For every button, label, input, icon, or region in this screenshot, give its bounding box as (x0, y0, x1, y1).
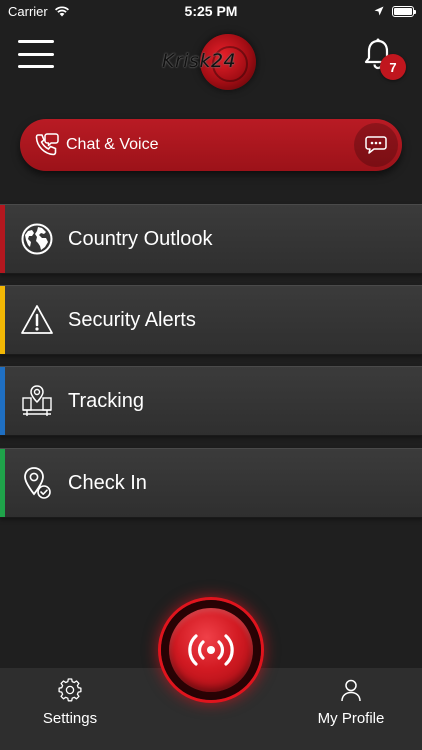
status-left: Carrier (8, 4, 70, 19)
battery-fill (394, 7, 412, 15)
chat-voice-label: Chat & Voice (66, 136, 159, 153)
logo-text: Krisk24 (162, 50, 237, 72)
country-outlook-label: Country Outlook (68, 227, 213, 250)
menu-line (18, 40, 54, 43)
chat-voice-button[interactable]: Chat & Voice (20, 119, 402, 171)
tracking-item[interactable]: Tracking (0, 366, 422, 436)
user-icon (341, 679, 361, 702)
tracking-label: Tracking (68, 389, 144, 412)
status-time: 5:25 PM (184, 3, 238, 19)
phone-chat-icon (35, 133, 59, 156)
security-alerts-label: Security Alerts (68, 308, 196, 331)
status-right (374, 5, 416, 17)
broadcast-icon (188, 634, 234, 666)
warning-icon (21, 305, 53, 334)
chat-bubble-icon (365, 136, 387, 154)
notification-badge: 7 (380, 54, 406, 80)
gear-icon (58, 678, 82, 702)
sos-button-face (169, 608, 253, 692)
menu-line (18, 52, 54, 56)
country-outlook-item[interactable]: Country Outlook (0, 204, 422, 274)
status-bar: Carrier 5:25 PM (0, 0, 422, 22)
location-arrow-icon (374, 6, 384, 16)
hamburger-menu-button[interactable] (18, 40, 54, 68)
accent-bar (0, 286, 5, 354)
chat-bubble-button[interactable] (354, 123, 398, 167)
globe-icon (21, 223, 53, 255)
accent-bar (0, 205, 5, 273)
settings-label: Settings (42, 710, 98, 727)
my-profile-label: My Profile (317, 710, 385, 727)
location-check-icon (24, 467, 51, 499)
header: Krisk24 7 (0, 22, 422, 94)
app-logo: Krisk24 (160, 32, 260, 92)
my-profile-tab[interactable]: My Profile (291, 668, 411, 750)
wifi-icon (54, 6, 69, 17)
menu-line (18, 65, 54, 68)
carrier-label: Carrier (8, 3, 48, 19)
accent-bar (0, 367, 5, 435)
settings-tab[interactable]: Settings (10, 668, 130, 750)
sos-button[interactable] (161, 600, 261, 700)
tracking-icon (22, 385, 52, 416)
check-in-label: Check In (68, 471, 147, 494)
battery-icon (392, 5, 416, 17)
accent-bar (0, 449, 5, 517)
check-in-item[interactable]: Check In (0, 448, 422, 518)
security-alerts-item[interactable]: Security Alerts (0, 285, 422, 355)
